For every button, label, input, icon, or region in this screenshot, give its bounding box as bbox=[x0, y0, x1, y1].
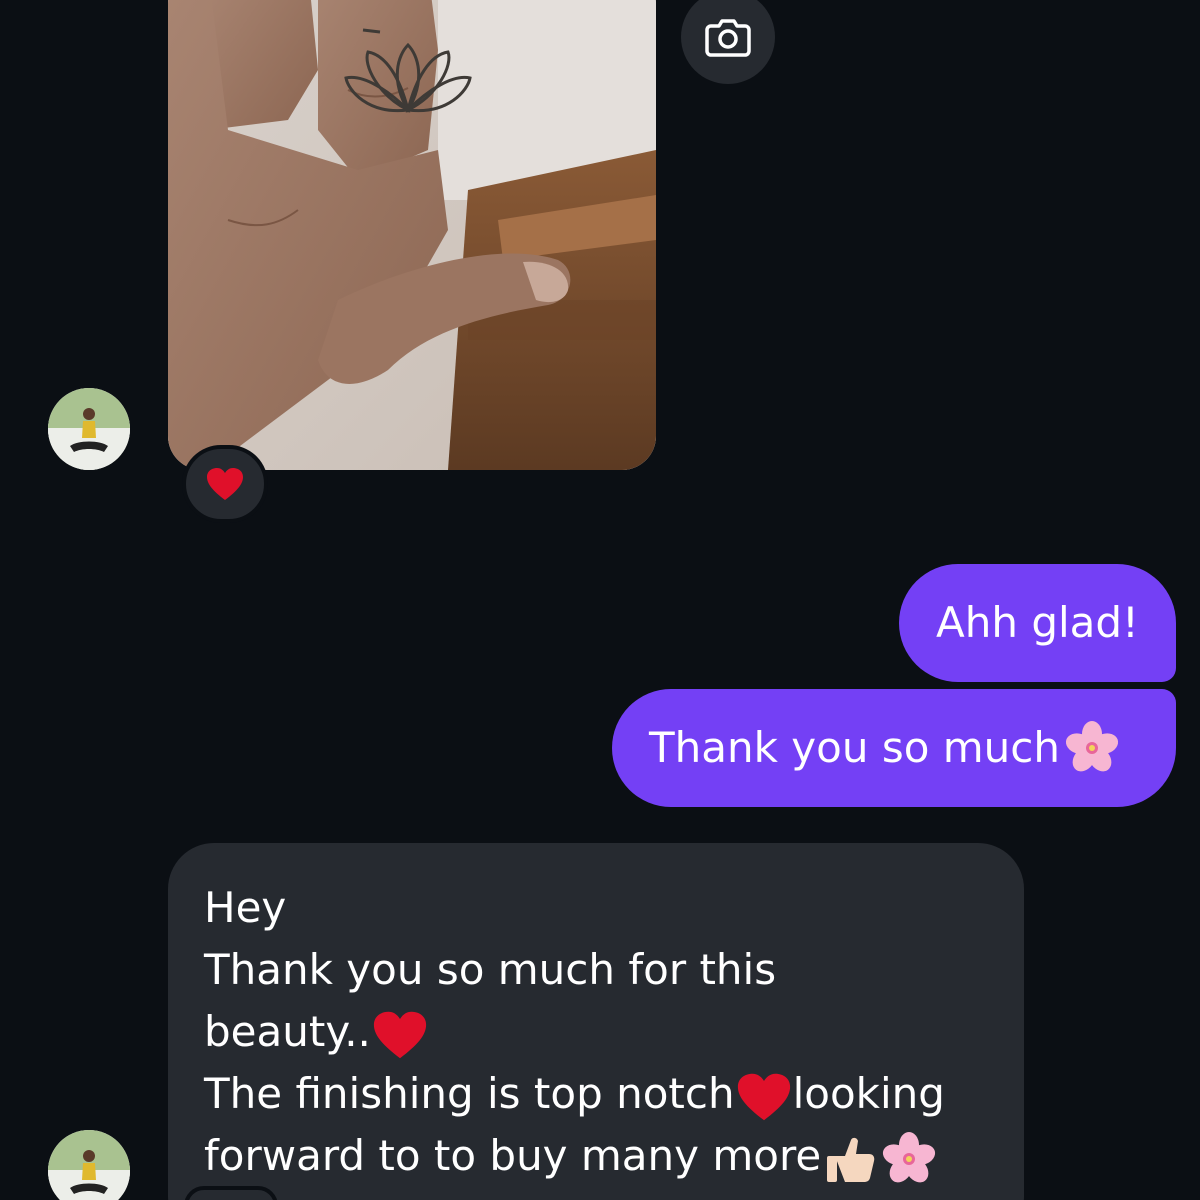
avatar-yoga-photo bbox=[48, 1130, 130, 1200]
heart-icon bbox=[373, 1011, 427, 1058]
sender-avatar[interactable] bbox=[48, 388, 130, 470]
heart-reaction[interactable] bbox=[182, 445, 268, 523]
message-line: Thank you so much for this bbox=[204, 945, 777, 994]
message-text: forward to to buy many more bbox=[204, 1131, 822, 1180]
hand-ring-photo bbox=[168, 0, 656, 470]
message-text: beauty.. bbox=[204, 1007, 371, 1056]
camera-icon bbox=[705, 19, 751, 57]
message-line: beauty.. bbox=[204, 1001, 988, 1063]
cherry-blossom-icon bbox=[883, 1131, 936, 1182]
outgoing-message[interactable]: Thank you so much bbox=[612, 689, 1176, 807]
camera-button[interactable] bbox=[681, 0, 775, 84]
cherry-blossom-icon bbox=[1065, 721, 1119, 772]
message-text: The finishing is top notch bbox=[204, 1069, 735, 1118]
message-line: forward to to buy many more bbox=[204, 1125, 988, 1187]
incoming-message[interactable]: Hey Thank you so much for this beauty.. … bbox=[168, 843, 1024, 1200]
message-line: Hey bbox=[204, 883, 287, 932]
sender-avatar[interactable] bbox=[48, 1130, 130, 1200]
photo-message[interactable] bbox=[168, 0, 656, 470]
thumbs-up-icon bbox=[827, 1137, 875, 1182]
message-reaction[interactable] bbox=[184, 1186, 278, 1200]
message-text: Thank you so much bbox=[649, 723, 1060, 772]
message-text: Ahh glad! bbox=[936, 598, 1139, 647]
avatar-yoga-photo bbox=[48, 388, 130, 470]
message-text: looking bbox=[792, 1069, 945, 1118]
heart-icon bbox=[207, 468, 243, 500]
chat-thread: Ahh glad! Thank you so much Hey Thank yo… bbox=[0, 0, 1200, 1200]
message-line: The finishing is top notch looking bbox=[204, 1063, 988, 1125]
heart-icon bbox=[737, 1073, 790, 1120]
outgoing-message[interactable]: Ahh glad! bbox=[899, 564, 1176, 682]
